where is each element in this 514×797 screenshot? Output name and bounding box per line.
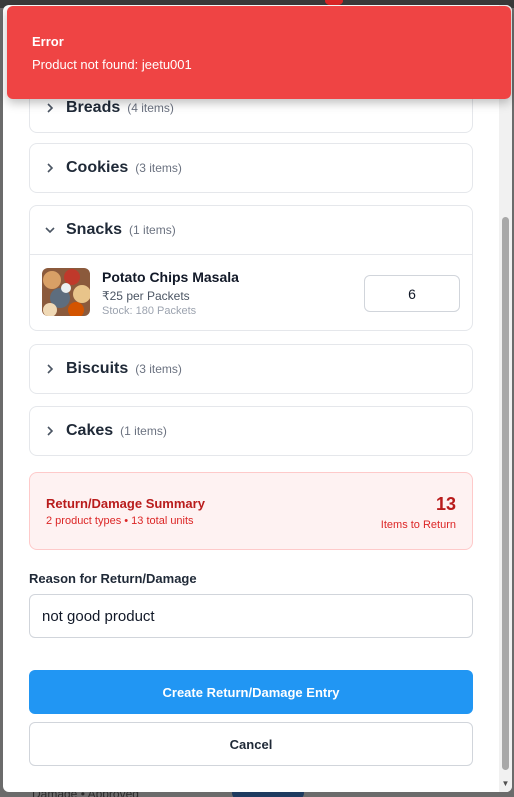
category-header[interactable]: Snacks (1 items) [30,206,472,254]
category-name: Cookies [66,159,129,176]
error-toast[interactable]: Error Product not found: jeetu001 [7,6,511,99]
category-count: (1 items) [129,223,176,237]
chevron-right-icon [44,162,56,174]
chevron-right-icon [44,102,56,114]
category-count: (3 items) [135,161,182,175]
category-snacks[interactable]: Snacks (1 items) Potato Chips Masala ₹25… [29,205,473,331]
scroll-down-icon[interactable]: ▼ [501,779,510,788]
category-header[interactable]: Cookies (3 items) [30,144,472,192]
summary-total-label: Items to Return [380,519,456,531]
category-cakes[interactable]: Cakes (1 items) [29,406,473,456]
modal-scroll-content: Breads (4 items) Cookies (3 items) Snack… [3,5,499,792]
reason-input[interactable] [29,594,473,638]
create-entry-button[interactable]: Create Return/Damage Entry [29,670,473,714]
product-name: Potato Chips Masala [102,269,239,285]
chevron-down-icon [44,224,56,236]
summary-total: 13 [435,494,456,514]
return-summary-card: Return/Damage Summary 2 product types • … [29,472,473,550]
cancel-button[interactable]: Cancel [29,722,473,766]
category-count: (1 items) [120,424,167,438]
category-name: Snacks [66,221,123,238]
product-row: Potato Chips Masala ₹25 per Packets Stoc… [30,254,472,330]
product-price: ₹25 per Packets [102,289,190,303]
category-count: (3 items) [135,362,182,376]
category-header[interactable]: Cakes (1 items) [30,407,472,455]
category-cookies[interactable]: Cookies (3 items) [29,143,473,193]
toast-message: Product not found: jeetu001 [32,57,192,72]
vertical-scrollbar[interactable]: ▲ ▼ [499,5,512,792]
return-damage-modal: Breads (4 items) Cookies (3 items) Snack… [3,5,512,792]
chips-thumbnail [42,268,90,316]
category-name: Breads [66,99,121,116]
chevron-right-icon [44,425,56,437]
chevron-right-icon [44,363,56,375]
summary-title: Return/Damage Summary [46,496,205,511]
category-header[interactable]: Biscuits (3 items) [30,345,472,393]
category-biscuits[interactable]: Biscuits (3 items) [29,344,473,394]
category-name: Cakes [66,422,114,439]
product-stock: Stock: 180 Packets [102,305,197,317]
scrollbar-thumb[interactable] [502,217,509,770]
reason-label: Reason for Return/Damage [29,571,197,586]
summary-subtitle: 2 product types • 13 total units [46,515,194,527]
toast-title: Error [32,34,64,49]
category-name: Biscuits [66,360,129,377]
category-count: (4 items) [127,101,174,115]
quantity-input[interactable] [364,275,460,312]
